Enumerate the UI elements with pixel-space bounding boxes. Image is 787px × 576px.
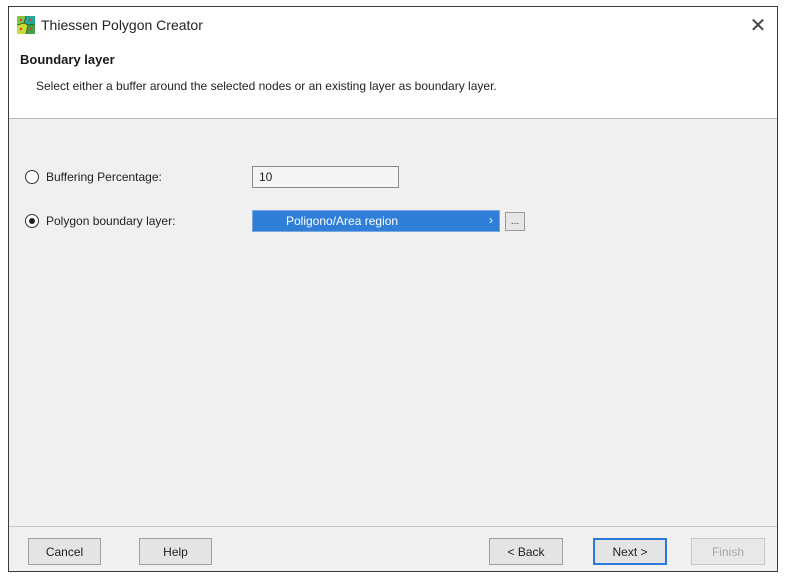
buffering-radio[interactable] — [25, 170, 39, 184]
polygon-layer-radio[interactable] — [25, 214, 39, 228]
dialog-window: Thiessen Polygon Creator ✕ Boundary laye… — [8, 6, 778, 572]
polygon-layer-select[interactable]: Poligono/Area region › — [252, 210, 500, 232]
buffering-option[interactable]: Buffering Percentage: — [25, 166, 162, 188]
wizard-header: Boundary layer Select either a buffer ar… — [9, 43, 777, 119]
browse-layer-button[interactable]: ... — [505, 212, 525, 231]
polygon-layer-value: Poligono/Area region — [286, 214, 399, 228]
buffering-percentage-input[interactable] — [252, 166, 399, 188]
buffering-label: Buffering Percentage: — [46, 170, 162, 184]
page-title: Boundary layer — [20, 52, 115, 67]
title-bar: Thiessen Polygon Creator ✕ — [9, 7, 777, 43]
window-title: Thiessen Polygon Creator — [41, 17, 203, 33]
polygon-layer-option[interactable]: Polygon boundary layer: — [25, 210, 175, 232]
finish-button[interactable]: Finish — [691, 538, 765, 565]
polygon-layer-label: Polygon boundary layer: — [46, 214, 176, 228]
footer-divider — [9, 526, 777, 527]
thiessen-polygon-icon — [16, 15, 36, 35]
back-button[interactable]: < Back — [489, 538, 563, 565]
chevron-down-icon[interactable]: › — [489, 213, 493, 227]
page-description: Select either a buffer around the select… — [36, 79, 497, 93]
close-icon[interactable]: ✕ — [745, 12, 771, 38]
next-button[interactable]: Next > — [593, 538, 667, 565]
cancel-button[interactable]: Cancel — [28, 538, 101, 565]
help-button[interactable]: Help — [139, 538, 212, 565]
